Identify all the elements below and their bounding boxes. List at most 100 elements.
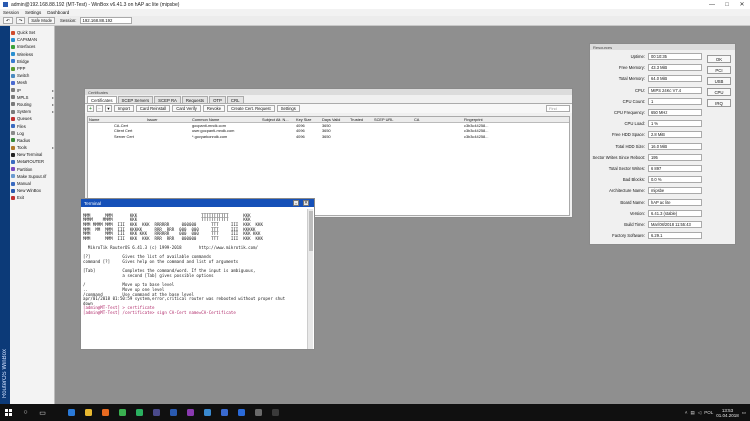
exit-icon	[11, 195, 15, 200]
menu-dashboard[interactable]: Dashboard	[47, 10, 69, 15]
onenote-icon[interactable]	[184, 407, 196, 419]
sidebar-item-capsman[interactable]: CAPsMAN	[11, 36, 54, 43]
terminal-scrollbar[interactable]	[307, 209, 313, 349]
tray-chevron-icon[interactable]: ˄	[685, 410, 688, 415]
session-field[interactable]: 192.168.88.192	[79, 17, 132, 24]
card-verify-button[interactable]: Card Verify	[172, 105, 201, 112]
explorer-icon[interactable]	[82, 407, 94, 419]
terminal-output[interactable]: MMM MMM KKK TTTTTTTTTTT KKK MMMM MMMM KKK…	[83, 209, 305, 349]
photos-icon[interactable]	[201, 407, 213, 419]
minimize-button[interactable]: —	[705, 0, 719, 9]
sidebar-item-system[interactable]: System ▸	[11, 108, 54, 115]
media-icon[interactable]	[150, 407, 162, 419]
sidebar-item-mpls[interactable]: MPLS ▸	[11, 94, 54, 101]
create-cert-request-button[interactable]: Create Cert. Request	[227, 105, 275, 112]
filter-icon[interactable]: ▼	[105, 105, 112, 112]
resource-value: 1	[648, 97, 702, 105]
resource-value: 6 897	[648, 165, 702, 172]
sidebar-item-ip[interactable]: IP ▸	[11, 87, 54, 94]
menu-settings[interactable]: Settings	[25, 10, 41, 15]
menu-session[interactable]: Session	[3, 10, 19, 15]
redo-icon[interactable]: ↷	[15, 17, 26, 24]
column-header-scep-url[interactable]: SCEP URL	[373, 117, 413, 122]
sidebar-item-wireless[interactable]: Wireless	[11, 51, 54, 58]
sidebar-item-new-terminal[interactable]: New Terminal	[11, 151, 54, 158]
sidebar-item-label: Make Supout.rif	[17, 173, 47, 179]
sidebar-item-radius[interactable]: Radius	[11, 137, 54, 144]
ok-button[interactable]: OK	[707, 55, 731, 63]
column-header-trusted[interactable]: Trusted	[349, 117, 373, 122]
maximize-button[interactable]: □	[720, 0, 734, 9]
terminal-close-button[interactable]: ✕	[303, 200, 309, 206]
column-header-common-name[interactable]: Common Name	[191, 117, 261, 122]
tab-otp[interactable]: OTP	[209, 96, 226, 103]
sidebar-item-queues[interactable]: Queues	[11, 115, 54, 122]
column-header-fingerprint[interactable]: Fingerprint	[463, 117, 523, 122]
column-header-subject-alt-n[interactable]: Subject Alt. N...	[261, 117, 295, 122]
chrome-icon[interactable]	[116, 407, 128, 419]
sidebar-item-metarouter[interactable]: MetaROUTER	[11, 158, 54, 165]
irq-button[interactable]: IRQ	[707, 99, 731, 107]
tab-scep-servers[interactable]: SCEP Servers	[117, 96, 154, 103]
task-view-icon[interactable]: ▭	[37, 407, 49, 419]
sidebar-item-exit[interactable]: Exit	[11, 194, 54, 201]
spotify-icon[interactable]	[133, 407, 145, 419]
sidebar-item-files[interactable]: Files	[11, 122, 54, 129]
undo-icon[interactable]: ↶	[3, 17, 13, 24]
safe-mode-button[interactable]: Safe Mode	[28, 17, 56, 24]
windows-start-icon[interactable]	[3, 407, 15, 419]
card-reinstall-button[interactable]: Card Reinstall	[135, 105, 171, 112]
revoke-button[interactable]: Revoke	[202, 105, 226, 112]
remove-icon[interactable]: −	[96, 105, 103, 112]
sidebar-item-partition[interactable]: Partition	[11, 166, 54, 173]
tab-scep-ra[interactable]: SCEP RA	[154, 96, 181, 103]
search-icon[interactable]: ○	[20, 407, 32, 419]
terminal-icon[interactable]	[269, 407, 281, 419]
mail-icon[interactable]	[235, 407, 247, 419]
firefox-icon[interactable]	[99, 407, 111, 419]
taskbar-apps: ○ ▭	[17, 407, 284, 419]
volume-icon[interactable]: ◁	[698, 410, 701, 416]
notifications-icon[interactable]: ▭	[742, 410, 746, 416]
sidebar-item-log[interactable]: Log	[11, 130, 54, 137]
language-indicator[interactable]: POL	[704, 410, 713, 415]
tab-crl[interactable]: CRL	[226, 96, 244, 103]
scrollbar-thumb[interactable]	[309, 211, 313, 251]
table-row[interactable]: Server Cert *.govyarkonndk.com 4096 3650 c3b…	[88, 134, 569, 140]
cpu-button[interactable]: CPU	[707, 88, 731, 96]
column-header-ca[interactable]: CA	[413, 117, 463, 122]
sidebar-item-switch[interactable]: Switch	[11, 72, 54, 79]
sidebar-item-interfaces[interactable]: Interfaces	[11, 43, 54, 50]
network-icon[interactable]: ▤	[690, 410, 694, 416]
column-header-key-size[interactable]: Key Size	[295, 117, 321, 122]
import-button[interactable]: Import	[114, 105, 134, 112]
terminal-minimize-button[interactable]: ▫	[293, 200, 299, 206]
pci-button[interactable]: PCI	[707, 66, 731, 74]
new-terminal-icon	[11, 152, 15, 157]
usb-button[interactable]: USB	[707, 77, 731, 85]
sidebar-item-manual[interactable]: Manual	[11, 180, 54, 187]
add-icon[interactable]: +	[87, 105, 94, 112]
app-icon[interactable]	[252, 407, 264, 419]
sidebar-item-ppp[interactable]: PPP	[11, 65, 54, 72]
settings-button[interactable]: Settings	[276, 105, 300, 112]
clock[interactable]: 13:53 01.04.2018	[716, 408, 739, 418]
sidebar-item-bridge[interactable]: Bridge	[11, 58, 54, 65]
close-button[interactable]: ✕	[735, 0, 749, 9]
sidebar-item-new-winbox[interactable]: New WinBox	[11, 187, 54, 194]
column-header-issuer[interactable]: Issuer	[146, 117, 191, 122]
tab-requests[interactable]: Requests	[181, 96, 209, 103]
sidebar-item-mesh[interactable]: Mesh	[11, 79, 54, 86]
tab-certificates[interactable]: Certificates	[87, 96, 117, 103]
edge-icon[interactable]	[65, 407, 77, 419]
sidebar-item-routing[interactable]: Routing ▸	[11, 101, 54, 108]
column-header-days-valid[interactable]: Days Valid	[321, 117, 349, 122]
column-header-name[interactable]: Name	[88, 117, 146, 122]
sidebar-item-tools[interactable]: Tools ▸	[11, 144, 54, 151]
find-input[interactable]: Find	[546, 105, 570, 112]
sidebar-item-quick-set[interactable]: Quick Set	[11, 29, 54, 36]
sidebar-item-label: Partition	[17, 166, 33, 172]
sidebar-item-make-supout-rif[interactable]: Make Supout.rif	[11, 173, 54, 180]
store-icon[interactable]	[218, 407, 230, 419]
winbox-icon[interactable]	[167, 407, 179, 419]
